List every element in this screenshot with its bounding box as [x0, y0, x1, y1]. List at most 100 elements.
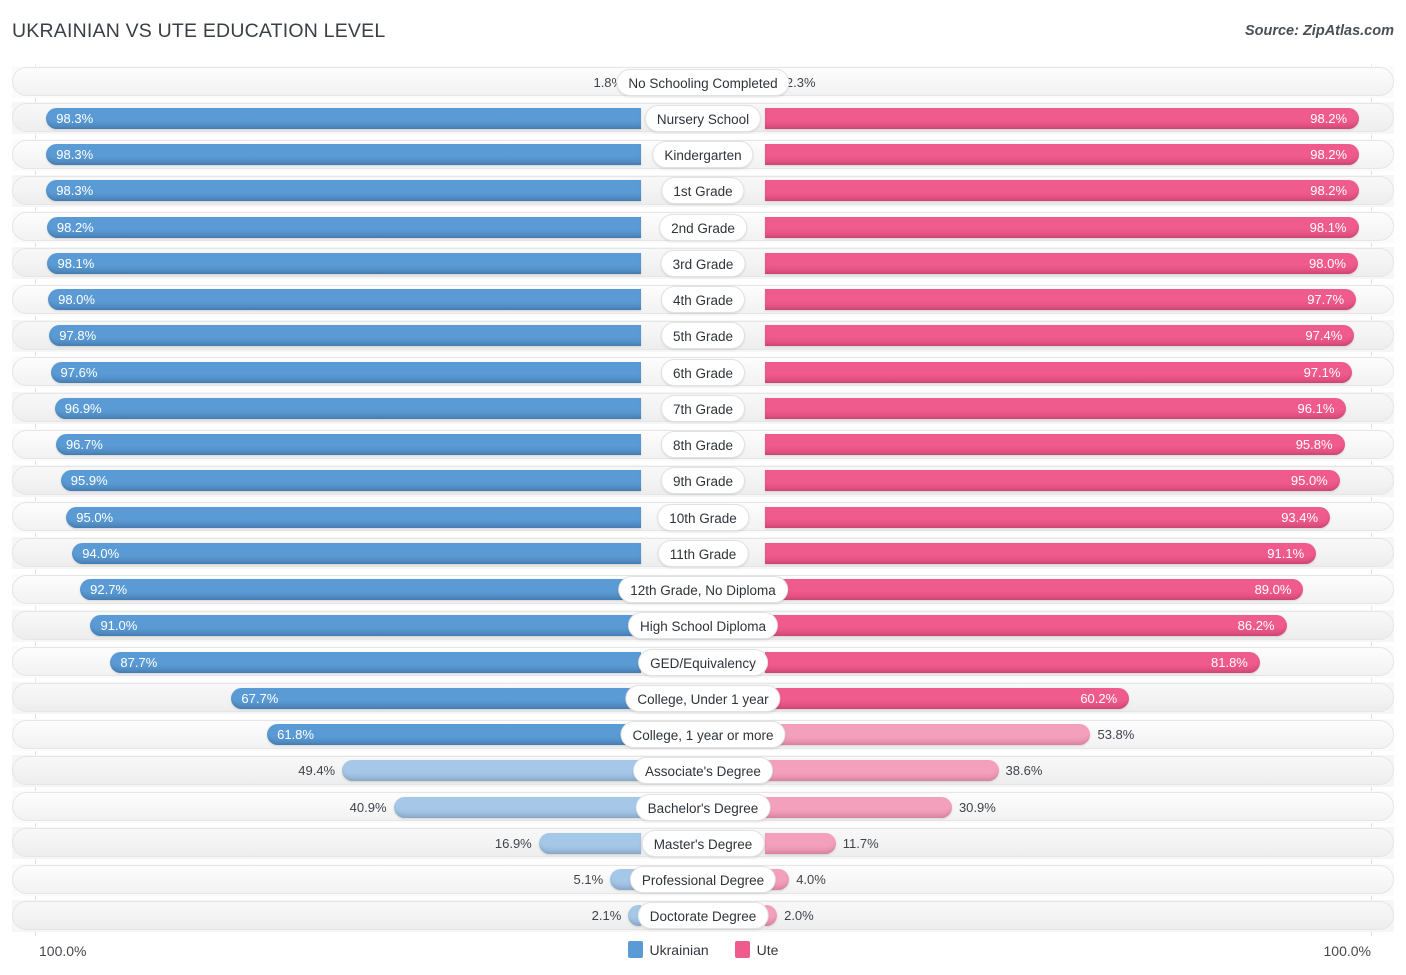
value-label-ukrainian: 91.0%	[100, 618, 138, 634]
chart-row: 61.8% 53.8% College, 1 year or more	[0, 717, 1406, 753]
category-label: Associate's Degree	[633, 757, 773, 785]
page-title: UKRAINIAN VS UTE EDUCATION LEVEL	[12, 20, 386, 42]
chart-row: 40.9% 30.9% Bachelor's Degree	[0, 789, 1406, 825]
chart-row: 96.7% 95.8% 8th Grade	[0, 427, 1406, 463]
value-label-ukrainian: 67.7%	[241, 690, 279, 706]
value-label-ute: 97.7%	[1307, 292, 1345, 307]
chart-row: 98.0% 97.7% 4th Grade	[0, 282, 1406, 318]
category-label: Bachelor's Degree	[635, 793, 771, 821]
chart-row: 87.7% 81.8% GED/Equivalency	[0, 644, 1406, 680]
bar-ute	[765, 760, 999, 782]
value-label-ukrainian: 92.7%	[90, 582, 128, 597]
chart-plot-area: 1.8% 2.3% No Schooling Completed 98.3% 98.2%…	[0, 64, 1406, 936]
value-label-ute: 95.8%	[1295, 437, 1333, 452]
bar-ukrainian	[46, 216, 641, 238]
value-label-ute: 98.2%	[1310, 147, 1348, 162]
bar-ukrainian	[46, 107, 641, 129]
bar-ukrainian	[393, 796, 641, 818]
legend-item[interactable]: Ukrainian	[627, 941, 709, 958]
chart-row: 16.9% 11.7% Master's Degree	[0, 825, 1406, 861]
chart-footer: 100.0% 100.0% Ukrainian Ute	[0, 936, 1406, 975]
bar-ukrainian	[60, 470, 641, 492]
bar-ukrainian	[54, 397, 641, 419]
value-label-ukrainian: 5.1%	[573, 872, 604, 887]
bar-ukrainian	[72, 542, 641, 564]
chart-row: 98.3% 98.2% Nursery School	[0, 100, 1406, 136]
category-label: 5th Grade	[660, 322, 746, 350]
category-label: Kindergarten	[652, 141, 754, 168]
value-label-ukrainian: 98.3%	[56, 147, 94, 162]
chart-row: 92.7% 89.0% 12th Grade, No Diploma	[0, 572, 1406, 608]
category-label: College, Under 1 year	[625, 684, 781, 712]
bar-ukrainian	[66, 506, 641, 528]
value-label-ukrainian: 87.7%	[120, 654, 158, 670]
value-label-ukrainian: 49.4%	[298, 763, 336, 779]
category-label: 10th Grade	[657, 503, 749, 531]
category-label: 3rd Grade	[660, 249, 746, 277]
bar-ukrainian	[49, 325, 641, 347]
category-label: No Schooling Completed	[616, 68, 790, 96]
bar-ukrainian	[110, 651, 641, 673]
bar-ukrainian	[47, 252, 641, 274]
bar-ukrainian	[50, 361, 641, 383]
value-label-ute: 98.2%	[1310, 183, 1348, 199]
chart-row: 49.4% 38.6% Associate's Degree	[0, 753, 1406, 789]
value-label-ute: 4.0%	[796, 872, 826, 887]
value-label-ukrainian: 97.6%	[60, 364, 98, 380]
chart-row: 91.0% 86.2% High School Diploma	[0, 608, 1406, 644]
category-label: 8th Grade	[660, 431, 746, 458]
value-label-ute: 89.0%	[1254, 582, 1292, 597]
bar-ukrainian	[538, 832, 641, 854]
category-label: 12th Grade, No Diploma	[618, 576, 788, 603]
value-label-ukrainian: 1.8%	[593, 74, 624, 90]
value-label-ute: 60.2%	[1080, 690, 1118, 706]
value-label-ukrainian: 98.3%	[56, 110, 94, 126]
value-label-ute: 97.1%	[1303, 364, 1341, 380]
category-label: Master's Degree	[641, 829, 765, 857]
value-label-ute: 2.0%	[784, 908, 814, 924]
legend-label: Ute	[756, 941, 779, 958]
category-label: High School Diploma	[627, 612, 779, 640]
category-label: College, 1 year or more	[620, 721, 786, 748]
category-label: 6th Grade	[660, 358, 746, 386]
bar-ukrainian	[267, 724, 641, 745]
value-label-ute: 95.0%	[1290, 473, 1328, 489]
value-label-ute: 86.2%	[1237, 618, 1275, 634]
chart-row: 1.8% 2.3% No Schooling Completed	[0, 64, 1406, 100]
bar-ute	[765, 796, 952, 818]
bar-ukrainian	[48, 289, 641, 310]
chart-rows: 1.8% 2.3% No Schooling Completed 98.3% 98.2%…	[0, 64, 1406, 934]
chart-row: 98.3% 98.2% 1st Grade	[0, 173, 1406, 209]
legend-swatch-icon	[627, 941, 643, 958]
chart-row: 95.0% 93.4% 10th Grade	[0, 499, 1406, 535]
chart-row: 95.9% 95.0% 9th Grade	[0, 463, 1406, 499]
chart-row: 98.2% 98.1% 2nd Grade	[0, 209, 1406, 245]
value-label-ukrainian: 98.3%	[56, 183, 94, 199]
bar-ukrainian	[46, 180, 641, 202]
value-label-ute: 98.0%	[1309, 255, 1346, 271]
legend-label: Ukrainian	[649, 941, 709, 958]
bar-ukrainian	[90, 615, 641, 637]
value-label-ukrainian: 94.0%	[82, 545, 120, 561]
bar-ukrainian	[231, 687, 641, 709]
value-label-ute: 93.4%	[1281, 509, 1319, 525]
value-label-ukrainian: 16.9%	[494, 835, 532, 851]
chart-row: 96.9% 96.1% 7th Grade	[0, 390, 1406, 426]
category-label: 2nd Grade	[659, 213, 747, 241]
legend-swatch-icon	[734, 941, 750, 958]
value-label-ukrainian: 96.7%	[65, 437, 103, 452]
value-label-ukrainian: 2.1%	[591, 908, 622, 924]
value-label-ute: 30.9%	[958, 799, 996, 815]
value-label-ute: 96.1%	[1297, 400, 1335, 416]
value-label-ute: 97.4%	[1305, 328, 1343, 344]
value-label-ukrainian: 96.9%	[64, 400, 102, 416]
value-label-ute: 98.1%	[1309, 219, 1347, 235]
value-label-ukrainian: 98.1%	[57, 255, 95, 271]
chart-row: 67.7% 60.2% College, Under 1 year	[0, 680, 1406, 716]
chart-row: 98.1% 98.0% 3rd Grade	[0, 245, 1406, 281]
value-label-ukrainian: 95.0%	[76, 509, 114, 525]
value-label-ute: 2.3%	[785, 74, 816, 90]
value-label-ute: 81.8%	[1211, 654, 1248, 670]
source-attribution: Source: ZipAtlas.com	[1244, 23, 1394, 39]
legend-item[interactable]: Ute	[734, 941, 779, 958]
